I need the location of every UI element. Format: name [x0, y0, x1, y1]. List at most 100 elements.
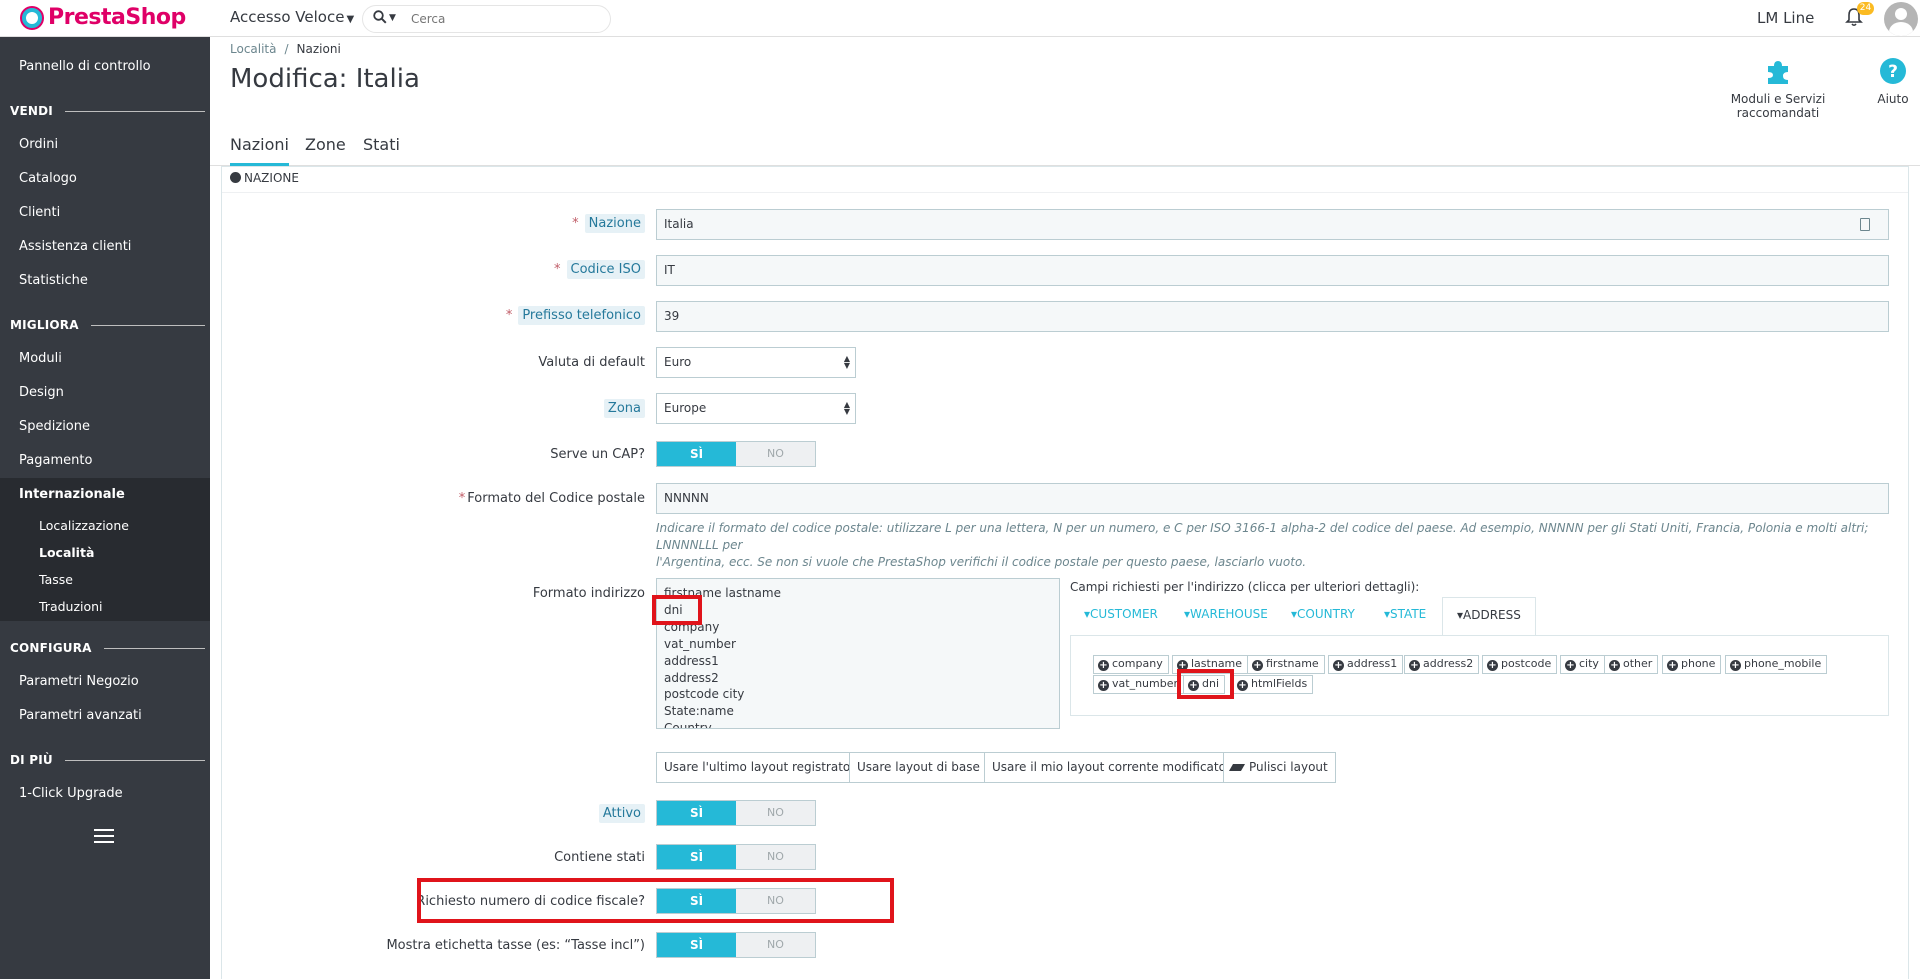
user-avatar[interactable]	[1884, 2, 1918, 36]
sidebar-subitem-taxes[interactable]: Tasse	[39, 572, 73, 587]
switch-yes[interactable]: SÌ	[657, 933, 736, 957]
field-button-postcode[interactable]: + postcode	[1482, 655, 1558, 674]
sidebar-item-orders[interactable]: Ordini	[19, 137, 58, 152]
use-current-layout-button[interactable]: Usare il mio layout corrente modificato	[984, 752, 1234, 783]
page-title: Modifica: Italia	[230, 64, 420, 94]
need-zip-switch[interactable]: SÌ NO	[656, 441, 816, 467]
sidebar-subitem-translations[interactable]: Traduzioni	[39, 599, 103, 614]
display-tax-switch[interactable]: SÌ NO	[656, 932, 816, 958]
sidebar-item-advanced-parameters[interactable]: Parametri avanzati	[19, 708, 142, 723]
address-tab-address[interactable]: ▾ADDRESS	[1442, 597, 1536, 636]
sidebar-item-design[interactable]: Design	[19, 385, 64, 400]
address-tab-warehouse[interactable]: ▾WAREHOUSE	[1184, 607, 1268, 621]
address-tab-customer[interactable]: ▾CUSTOMER	[1084, 607, 1158, 621]
plus-icon: +	[1409, 660, 1420, 671]
panel-heading-text: NAZIONE	[244, 171, 299, 185]
field-label: address2	[1423, 657, 1474, 670]
sidebar-section-di-piu: DI PIÙ	[10, 753, 205, 767]
tab-zone[interactable]: Zone	[305, 135, 346, 163]
address-line: address1	[664, 653, 719, 668]
sidebar-item-shipping[interactable]: Spedizione	[19, 419, 90, 434]
use-last-layout-button[interactable]: Usare l'ultimo layout registrato	[656, 752, 859, 783]
shop-name-link[interactable]: LM Line	[1757, 9, 1814, 27]
sidebar-item-1click-upgrade[interactable]: 1-Click Upgrade	[19, 786, 123, 801]
phone-prefix-label-text[interactable]: Prefisso telefonico	[518, 306, 645, 325]
active-switch[interactable]: SÌ NO	[656, 800, 816, 826]
field-button-company[interactable]: + company	[1093, 655, 1169, 674]
breadcrumb-parent[interactable]: Località	[230, 42, 277, 56]
address-line: vat_number	[664, 636, 736, 651]
country-name-input[interactable]: Italia	[656, 209, 1889, 240]
clear-layout-button[interactable]: Pulisci layout	[1223, 752, 1336, 783]
address-tab-country[interactable]: ▾COUNTRY	[1291, 607, 1355, 621]
address-format-textarea[interactable]: firstname lastname dni company vat_numbe…	[656, 578, 1060, 729]
prestashop-logo[interactable]: PrestaShop	[20, 5, 186, 30]
iso-code-input[interactable]: IT	[656, 255, 1889, 286]
phone-prefix-input[interactable]: 39	[656, 301, 1889, 332]
field-button-address1[interactable]: + address1	[1328, 655, 1404, 674]
switch-no[interactable]: NO	[736, 845, 815, 869]
field-button-phone[interactable]: + phone	[1662, 655, 1722, 674]
iso-code-label-text[interactable]: Codice ISO	[566, 260, 645, 279]
zip-format-input[interactable]: NNNNN	[656, 483, 1889, 514]
sidebar-item-payment[interactable]: Pagamento	[19, 453, 92, 468]
field-button-address2[interactable]: + address2	[1404, 655, 1480, 674]
help-button[interactable]: ? Aiuto	[1873, 56, 1913, 106]
switch-no[interactable]: NO	[736, 442, 815, 466]
plus-icon: +	[1333, 660, 1344, 671]
switch-yes[interactable]: SÌ	[657, 845, 736, 869]
switch-yes[interactable]: SÌ	[657, 442, 736, 466]
switch-no[interactable]: NO	[736, 801, 815, 825]
search-box: ▼	[362, 5, 611, 33]
field-button-vat-number[interactable]: + vat_number	[1093, 675, 1184, 694]
recommended-modules-button[interactable]: Moduli e Servizi raccomandati	[1693, 56, 1863, 120]
field-button-phone-mobile[interactable]: + phone_mobile	[1725, 655, 1828, 674]
eraser-icon	[1228, 764, 1246, 771]
address-line: company	[664, 619, 720, 634]
field-button-city[interactable]: + city	[1560, 655, 1605, 674]
sidebar-item-stats[interactable]: Statistiche	[19, 273, 88, 288]
field-button-htmlfields[interactable]: + htmlFields	[1232, 675, 1314, 694]
notifications-button[interactable]: 24	[1845, 2, 1874, 29]
search-input[interactable]	[411, 10, 601, 28]
sidebar-item-shop-parameters[interactable]: Parametri Negozio	[19, 674, 139, 689]
quick-access-dropdown[interactable]: Accesso Veloce ▼	[230, 8, 354, 26]
default-currency-select[interactable]: Euro ▲ ▼	[656, 347, 856, 378]
tab-nazioni[interactable]: Nazioni	[230, 135, 289, 166]
address-tab-state[interactable]: ▾STATE	[1384, 607, 1426, 621]
tab-stati[interactable]: Stati	[363, 135, 400, 163]
switch-yes[interactable]: SÌ	[657, 801, 736, 825]
sidebar-item-catalog[interactable]: Catalogo	[19, 171, 77, 186]
field-button-firstname[interactable]: + firstname	[1247, 655, 1325, 674]
field-label: address1	[1347, 657, 1398, 670]
field-button-other[interactable]: + other	[1604, 655, 1659, 674]
active-label-text[interactable]: Attivo	[598, 804, 645, 823]
search-icon[interactable]	[373, 10, 387, 28]
hamburger-menu-icon[interactable]	[94, 829, 114, 843]
logo-text: PrestaShop	[48, 5, 186, 30]
search-scope-caret-icon[interactable]: ▼	[389, 13, 396, 23]
sidebar-item-customers[interactable]: Clienti	[19, 205, 60, 220]
help-label: Aiuto	[1877, 92, 1909, 106]
sidebar-item-international[interactable]: Internazionale	[19, 487, 125, 502]
section-title: VENDI	[10, 104, 53, 118]
zone-label-text[interactable]: Zona	[603, 399, 645, 418]
switch-no[interactable]: NO	[736, 933, 815, 957]
divider	[222, 192, 1908, 193]
sidebar-subitem-localization[interactable]: Localizzazione	[39, 518, 129, 533]
annotation-highlight-dni-button	[1177, 669, 1234, 699]
currency-value: Euro	[664, 355, 692, 369]
caret-down-icon: ▼	[346, 14, 355, 25]
sidebar-subitem-locations[interactable]: Località	[39, 545, 94, 560]
sidebar-item-customer-service[interactable]: Assistenza clienti	[19, 239, 131, 254]
contains-states-switch[interactable]: SÌ NO	[656, 844, 816, 870]
sidebar-item-dashboard[interactable]: Pannello di controllo	[19, 59, 151, 74]
address-line: dni	[664, 602, 683, 617]
prestashop-logo-icon	[20, 5, 44, 30]
sidebar-nav: Pannello di controllo VENDI Ordini Catal…	[0, 37, 210, 979]
country-label-text[interactable]: Nazione	[584, 214, 645, 233]
zone-select[interactable]: Europe ▲ ▼	[656, 393, 856, 424]
translate-icon[interactable]	[1860, 218, 1870, 231]
use-default-layout-button[interactable]: Usare layout di base	[849, 752, 988, 783]
sidebar-item-modules[interactable]: Moduli	[19, 351, 62, 366]
